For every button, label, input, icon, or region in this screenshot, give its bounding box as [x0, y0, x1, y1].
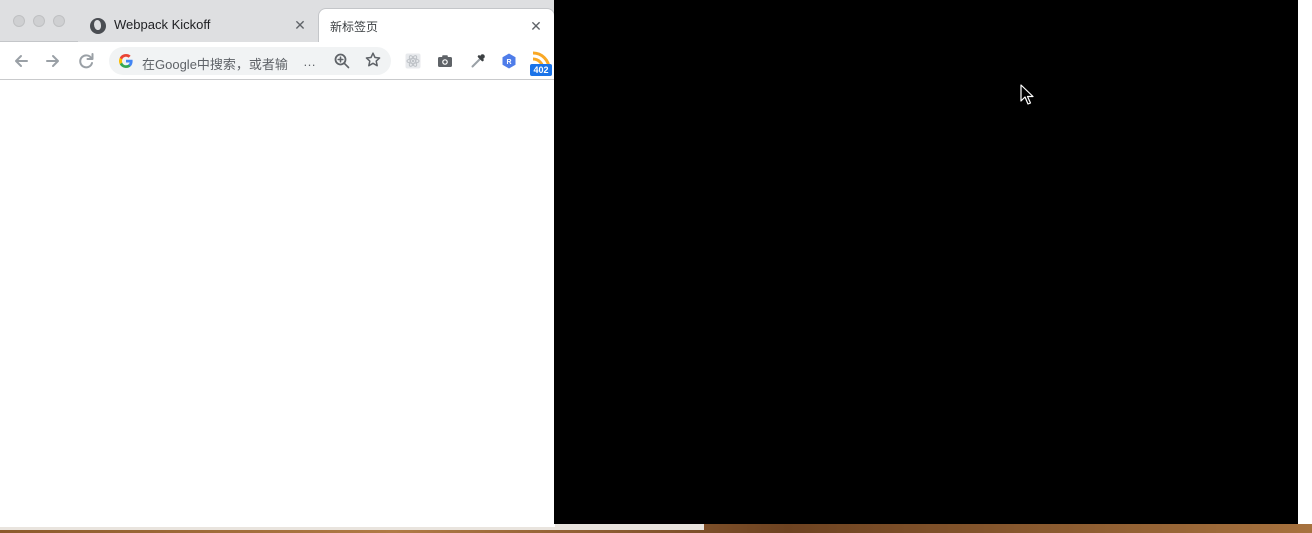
google-g-icon [119, 54, 133, 68]
rss-unread-badge: 402 [530, 64, 552, 76]
zoom-in-icon[interactable] [333, 52, 351, 70]
browser-window: Webpack Kickoff ✕ 新标签页 ✕ 在Google中搜索，或者输 … [0, 0, 555, 527]
hexagon-letter: R [506, 59, 511, 66]
address-bar-placeholder: 在Google中搜索，或者输 [142, 57, 288, 72]
hexagon-r-icon[interactable]: R [500, 52, 518, 70]
window-close-button[interactable] [13, 15, 25, 27]
screen: Webpack Kickoff ✕ 新标签页 ✕ 在Google中搜索，或者输 … [0, 0, 1312, 533]
forward-arrow-icon[interactable] [42, 50, 64, 72]
back-arrow-icon[interactable] [10, 50, 32, 72]
address-bar-ellipsis: … [303, 54, 316, 69]
tab-title: 新标签页 [330, 20, 379, 34]
black-overlay-window [554, 0, 1298, 524]
reload-icon[interactable] [75, 50, 97, 72]
tab-close-icon[interactable]: ✕ [528, 18, 544, 34]
window-maximize-button[interactable] [53, 15, 65, 27]
tab-strip: Webpack Kickoff ✕ 新标签页 ✕ [0, 0, 555, 42]
star-icon[interactable] [364, 51, 382, 69]
address-bar[interactable]: 在Google中搜索，或者输 … [109, 47, 391, 75]
eyedropper-icon[interactable] [469, 52, 487, 70]
react-devtools-icon[interactable] [404, 52, 422, 70]
window-minimize-button[interactable] [33, 15, 45, 27]
globe-icon [90, 18, 106, 34]
camera-icon[interactable] [436, 52, 454, 70]
tab-title: Webpack Kickoff [114, 17, 211, 32]
tab-close-icon[interactable]: ✕ [292, 17, 308, 33]
mouse-pointer-icon [1020, 84, 1034, 105]
page-content-area[interactable] [0, 81, 555, 527]
tab-new-tab[interactable]: 新标签页 ✕ [318, 8, 555, 42]
browser-toolbar: 在Google中搜索，或者输 … R [0, 42, 555, 80]
tab-webpack-kickoff[interactable]: Webpack Kickoff ✕ [78, 8, 318, 42]
window-edge [1298, 0, 1312, 524]
